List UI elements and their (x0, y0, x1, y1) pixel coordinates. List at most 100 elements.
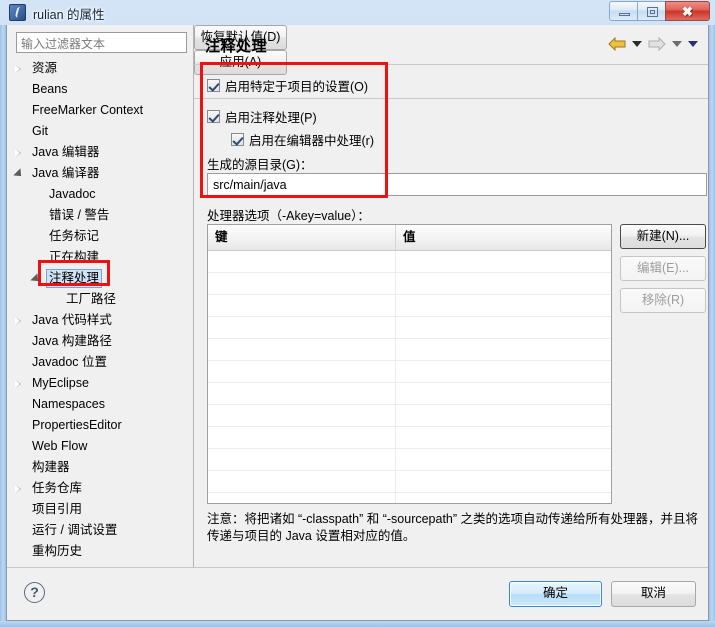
view-menu-chevron-down-icon[interactable] (688, 41, 698, 47)
tree-item-label: Javadoc 位置 (32, 355, 108, 369)
tree-item[interactable]: 资源 (7, 58, 193, 79)
cancel-button[interactable]: 取消 (611, 581, 696, 607)
page-nav-icons (608, 37, 698, 51)
ok-button[interactable]: 确定 (509, 581, 602, 607)
tree-item[interactable]: Beans (7, 79, 193, 100)
table-cell-key (208, 427, 396, 448)
table-cell-value (396, 339, 611, 360)
settings-tree[interactable]: 资源 Beans FreeMarker Context Git Java 编辑器 Java… (7, 58, 193, 563)
table-row[interactable] (208, 251, 611, 273)
table-cell-value (396, 405, 611, 426)
table-row[interactable] (208, 471, 611, 493)
enable-project-specific-settings-checkbox[interactable]: 启用特定于项目的设置(O) (207, 76, 368, 95)
forward-arrow-icon (648, 37, 666, 51)
table-cell-value (396, 493, 611, 503)
tree-item[interactable]: Javadoc 位置 (7, 352, 193, 373)
close-icon: ✖ (682, 4, 693, 19)
table-row[interactable] (208, 493, 611, 503)
window-title: rulian 的属性 (33, 8, 105, 22)
enable-annotation-processing-checkbox[interactable]: 启用注释处理(P) (207, 107, 317, 126)
checkbox-label: 启用注释处理(P) (225, 111, 317, 125)
table-row[interactable] (208, 449, 611, 471)
column-header-key[interactable]: 键 (208, 225, 396, 250)
table-cell-key (208, 383, 396, 404)
tree-expander-expanded-icon[interactable] (13, 168, 25, 180)
tree-item[interactable]: Web Flow (7, 436, 193, 457)
tree-item[interactable]: 任务仓库 (7, 478, 193, 499)
tree-item[interactable]: 任务标记 (7, 226, 193, 247)
table-cell-value (396, 361, 611, 382)
tree-item-label: 正在构建 (49, 250, 100, 264)
table-row[interactable] (208, 273, 611, 295)
column-header-value[interactable]: 值 (396, 225, 611, 250)
tree-item[interactable]: Java 代码样式 (7, 310, 193, 331)
close-button[interactable]: ✖ (665, 1, 710, 21)
table-row[interactable] (208, 339, 611, 361)
tree-item-label: MyEclipse (32, 376, 89, 390)
tree-item[interactable]: Java 编辑器 (7, 142, 193, 163)
tree-expander-collapsed-icon[interactable] (15, 149, 21, 157)
tree-item[interactable]: Java 构建路径 (7, 331, 193, 352)
tree-item-label: Beans (32, 82, 68, 96)
enable-processing-in-editor-checkbox[interactable]: 启用在编辑器中处理(r) (231, 130, 374, 149)
tree-item-label: Git (32, 124, 48, 138)
tree-item[interactable]: Git (7, 121, 193, 142)
window-border-right (709, 25, 715, 627)
remove-option-button: 移除(R) (620, 288, 706, 313)
table-cell-key (208, 493, 396, 503)
settings-separator (194, 98, 708, 99)
checkbox-label: 启用特定于项目的设置(O) (225, 80, 369, 94)
tree-expander-collapsed-icon[interactable] (15, 317, 21, 325)
tree-expander-expanded-icon[interactable] (30, 273, 42, 285)
tree-item[interactable]: Javadoc (7, 184, 193, 205)
tree-item-label: Web Flow (32, 439, 88, 453)
help-icon[interactable]: ? (24, 582, 45, 603)
back-history-chevron-down-icon[interactable] (632, 41, 642, 47)
tree-item[interactable]: 运行 / 调试设置 (7, 520, 193, 541)
tree-expander-collapsed-icon[interactable] (15, 380, 21, 388)
tree-item[interactable]: 构建器 (7, 457, 193, 478)
tree-item-label: 任务标记 (49, 229, 100, 243)
minimize-button[interactable] (609, 1, 638, 21)
generated-source-dir-label: 生成的源目录(G)： (207, 158, 313, 172)
title-bar[interactable]: rulian 的属性 ✖ (0, 0, 715, 25)
maximize-icon (647, 7, 658, 17)
table-row[interactable] (208, 427, 611, 449)
tree-item[interactable]: Namespaces (7, 394, 193, 415)
tree-item-label: 构建器 (32, 460, 70, 474)
generated-source-dir-input[interactable] (207, 173, 707, 196)
checkbox-box (207, 79, 220, 92)
tree-item[interactable]: 项目引用 (7, 499, 193, 520)
back-arrow-icon[interactable] (608, 37, 626, 51)
new-option-button[interactable]: 新建(N)... (620, 224, 706, 249)
tree-item[interactable]: 错误 / 警告 (7, 205, 193, 226)
table-row[interactable] (208, 405, 611, 427)
table-cell-value (396, 383, 611, 404)
tree-item[interactable]: Java 编译器 (7, 163, 193, 184)
table-row[interactable] (208, 295, 611, 317)
tree-item[interactable]: 注释处理 (7, 268, 193, 289)
checkbox-label: 启用在编辑器中处理(r) (249, 134, 374, 148)
tree-item[interactable]: FreeMarker Context (7, 100, 193, 121)
tree-item[interactable]: 重构历史 (7, 541, 193, 562)
forward-history-chevron-down-icon[interactable] (672, 41, 682, 47)
tree-item-label: 重构历史 (32, 544, 83, 558)
table-cell-key (208, 449, 396, 470)
tree-item[interactable]: PropertiesEditor (7, 415, 193, 436)
tree-item[interactable]: 正在构建 (7, 247, 193, 268)
tree-item[interactable]: MyEclipse (7, 373, 193, 394)
maximize-button[interactable] (637, 1, 666, 21)
table-row[interactable] (208, 383, 611, 405)
tree-item[interactable]: 工厂路径 (7, 289, 193, 310)
table-body (208, 251, 611, 503)
tree-expander-collapsed-icon[interactable] (15, 65, 21, 73)
processor-options-table[interactable]: 键 值 (207, 224, 612, 504)
filter-input[interactable] (16, 32, 187, 53)
table-cell-value (396, 427, 611, 448)
table-row[interactable] (208, 317, 611, 339)
table-cell-value (396, 251, 611, 272)
tree-expander-collapsed-icon[interactable] (15, 485, 21, 493)
window-controls: ✖ (609, 1, 710, 21)
table-cell-key (208, 317, 396, 338)
table-row[interactable] (208, 361, 611, 383)
